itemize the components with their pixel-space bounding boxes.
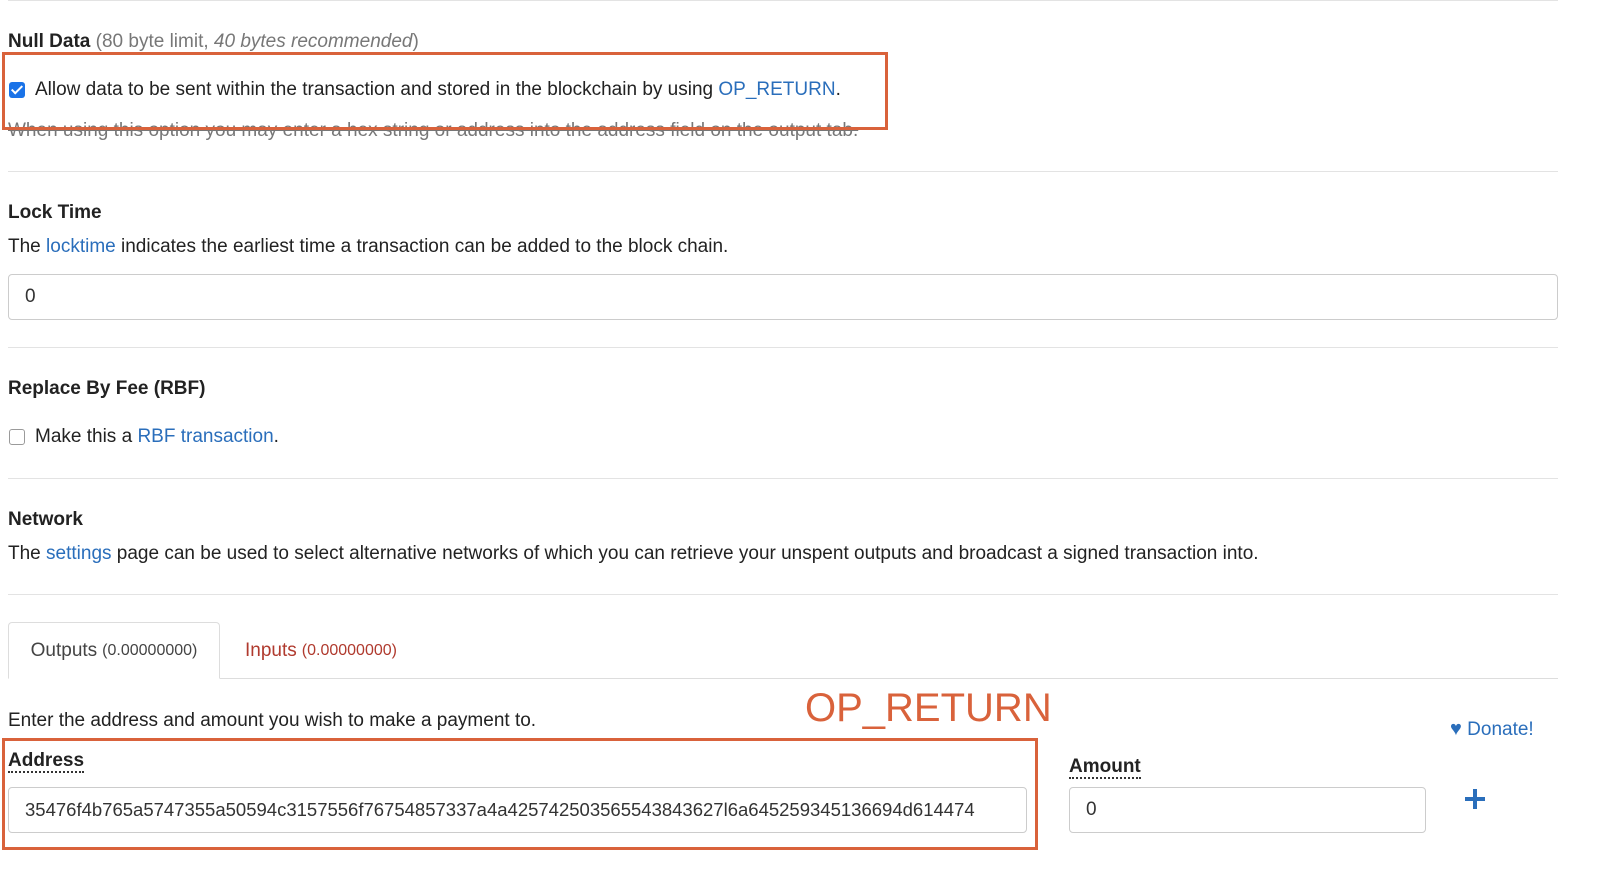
divider-2	[8, 347, 1558, 348]
locktime-link[interactable]: locktime	[46, 236, 116, 257]
amount-label: Amount	[1069, 756, 1141, 779]
divider-3	[8, 478, 1558, 479]
rbf-checkbox[interactable]	[9, 429, 25, 445]
tab-outputs[interactable]: Outputs (0.00000000)	[8, 622, 220, 679]
heart-icon: ♥	[1450, 718, 1462, 740]
divider-1	[8, 171, 1558, 172]
null-data-header: Null Data (80 byte limit, 40 bytes recom…	[8, 31, 419, 53]
rbf-label: Make this a	[35, 426, 133, 447]
lock-time-desc: The locktime indicates the earliest time…	[8, 236, 729, 257]
null-data-title: Null Data	[8, 31, 91, 52]
rbf-title: Replace By Fee (RBF)	[8, 378, 206, 399]
rbf-link[interactable]: RBF transaction	[137, 426, 273, 447]
donate-link[interactable]: ♥ Donate!	[1450, 718, 1534, 741]
lock-time-input[interactable]: 0	[8, 274, 1558, 320]
plus-icon[interactable]	[1464, 786, 1486, 812]
top-divider	[8, 0, 1558, 1]
tab-inputs[interactable]: Inputs (0.00000000)	[232, 622, 410, 679]
op-return-highlight-box	[2, 52, 888, 130]
divider-4	[8, 594, 1558, 595]
op-return-annotation: OP_RETURN	[805, 686, 1052, 730]
network-desc: The settings page can be used to select …	[8, 543, 1259, 564]
address-highlight-box	[2, 738, 1038, 850]
null-data-limit: (80 byte limit, 40 bytes recommended)	[95, 31, 419, 52]
network-title: Network	[8, 509, 83, 530]
outputs-instruction: Enter the address and amount you wish to…	[8, 710, 537, 731]
lock-time-title: Lock Time	[8, 202, 102, 223]
settings-link[interactable]: settings	[46, 543, 111, 564]
amount-input[interactable]: 0	[1069, 787, 1426, 833]
rbf-option: Make this a RBF transaction.	[35, 426, 279, 447]
